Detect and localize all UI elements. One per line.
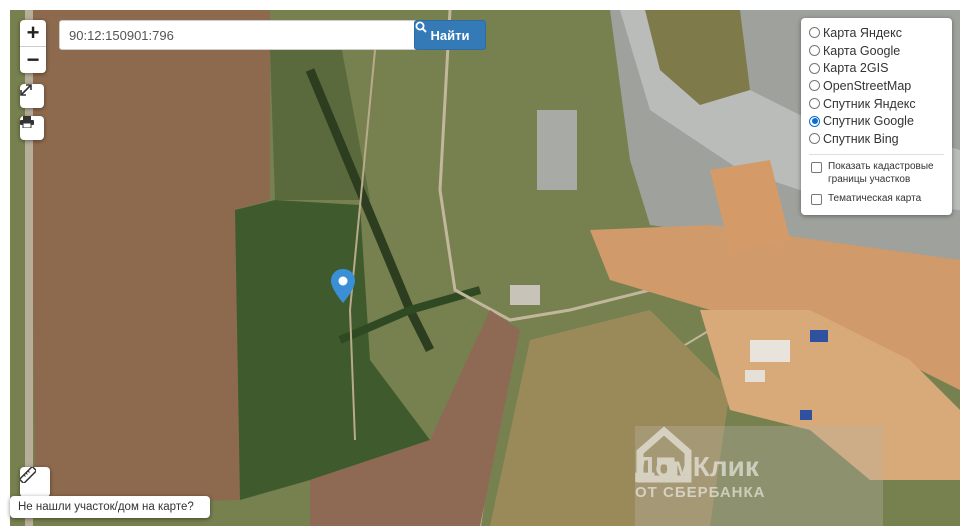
- search-button-label: Найти: [430, 27, 470, 43]
- radio-button[interactable]: [809, 45, 820, 57]
- radio-button[interactable]: [809, 27, 820, 39]
- print-button[interactable]: [20, 116, 44, 140]
- search-button[interactable]: Найти: [414, 20, 486, 50]
- cadastral-borders-toggle[interactable]: Показать кадастровые границы участков: [809, 160, 952, 186]
- zoom-control: + −: [20, 20, 46, 73]
- layer-switcher: Карта Яндекс Карта Google Карта 2GIS Ope…: [801, 18, 952, 215]
- radio-button[interactable]: [809, 133, 820, 145]
- checkbox-label: Показать кадастровые границы участков: [828, 160, 934, 185]
- domclick-logo: [636, 426, 692, 483]
- layer-option[interactable]: Спутник Bing: [809, 130, 952, 148]
- expand-icon: [20, 84, 32, 96]
- layer-option[interactable]: Карта 2GIS: [809, 59, 952, 77]
- layer-option[interactable]: OpenStreetMap: [809, 77, 952, 95]
- print-icon: [20, 116, 34, 128]
- checkbox[interactable]: [811, 193, 822, 205]
- watermark-line2: ОТ СБЕРБАНКА: [635, 483, 766, 501]
- layer-option[interactable]: Спутник Яндекс: [809, 95, 952, 113]
- search-icon: [415, 21, 427, 33]
- radio-button[interactable]: [809, 62, 820, 74]
- layer-label: OpenStreetMap: [823, 78, 912, 93]
- radio-button[interactable]: [809, 98, 820, 110]
- ruler-icon: [20, 467, 36, 483]
- cadastral-search-input[interactable]: [59, 20, 420, 50]
- layer-label: Карта Google: [823, 43, 901, 58]
- layer-option-selected[interactable]: Спутник Google: [809, 112, 952, 130]
- layer-label: Спутник Яндекс: [823, 96, 916, 111]
- zoom-out-button[interactable]: −: [20, 47, 46, 73]
- location-marker-icon[interactable]: [331, 269, 355, 303]
- radio-button[interactable]: [809, 80, 820, 92]
- layer-label: Карта 2GIS: [823, 61, 889, 76]
- fullscreen-button[interactable]: [20, 84, 44, 108]
- layer-option[interactable]: Карта Яндекс: [809, 24, 952, 42]
- not-found-link[interactable]: Не нашли участок/дом на карте?: [10, 496, 210, 518]
- layer-option[interactable]: Карта Google: [809, 42, 952, 60]
- layer-label: Спутник Google: [823, 114, 914, 129]
- thematic-map-toggle[interactable]: Тематическая карта: [809, 192, 952, 205]
- measure-button[interactable]: [20, 467, 50, 497]
- zoom-in-button[interactable]: +: [20, 20, 46, 47]
- divider: [809, 153, 944, 155]
- checkbox[interactable]: [811, 161, 822, 173]
- layer-label: Спутник Bing: [823, 131, 899, 146]
- layer-label: Карта Яндекс: [823, 25, 902, 40]
- domclick-watermark: ДомКлик ОТ СБЕРБАНКА: [635, 426, 883, 526]
- satellite-map[interactable]: + − Найти Карта Яндекс Карта Google Карт…: [10, 10, 960, 526]
- radio-button-checked[interactable]: [809, 115, 820, 127]
- checkbox-label: Тематическая карта: [828, 192, 922, 204]
